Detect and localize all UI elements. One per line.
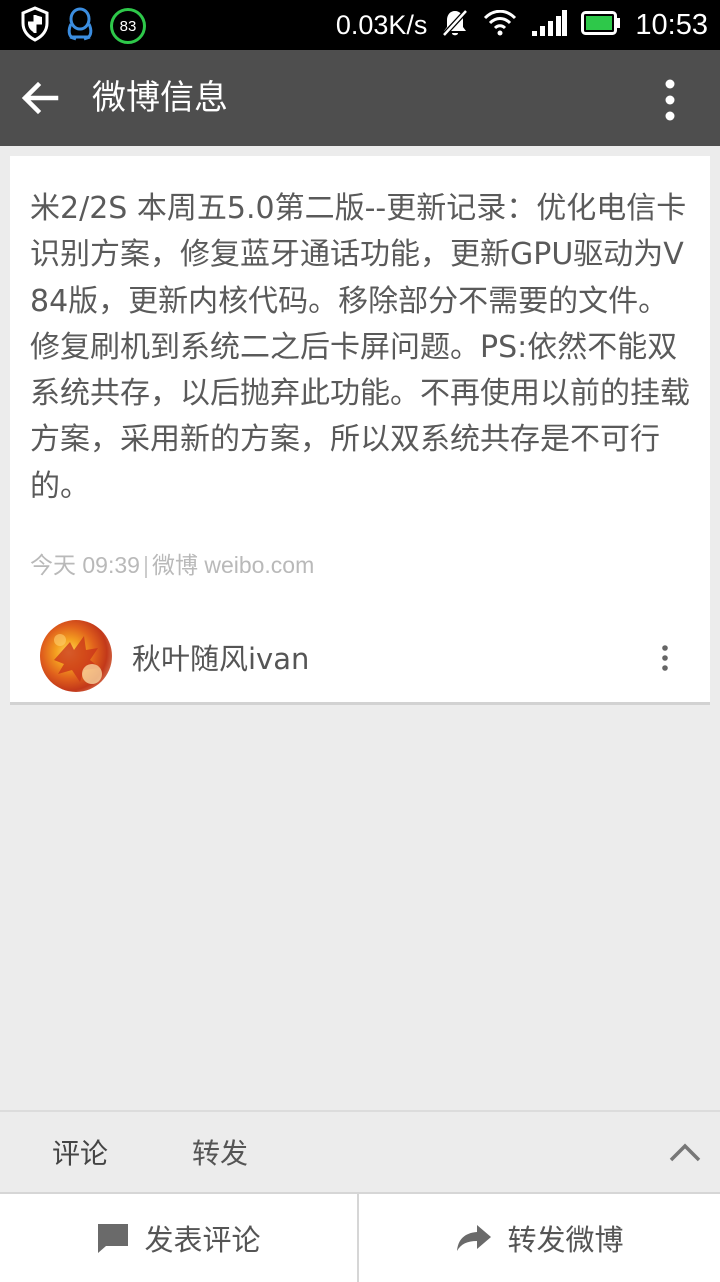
meta-separator: | — [142, 552, 149, 578]
repost-button[interactable]: 转发微博 — [359, 1194, 720, 1282]
arrow-left-icon — [21, 81, 59, 115]
author-menu-button[interactable] — [660, 644, 670, 672]
post-meta: 今天 09:39 | 微博 weibo.com — [30, 546, 314, 580]
clock: 10:53 — [635, 8, 708, 41]
chevron-up-icon — [669, 1143, 701, 1162]
qq-penguin-icon — [66, 6, 94, 46]
author-name[interactable]: 秋叶随风ivan — [132, 636, 309, 678]
post-content: 米2/2S 本周五5.0第二版--更新记录：优化电信卡识别方案，修复蓝牙通话功能… — [30, 191, 690, 504]
comment-button-label: 发表评论 — [144, 1223, 261, 1257]
back-button[interactable] — [18, 74, 66, 122]
weibo-post-card: 米2/2S 本周五5.0第二版--更新记录：优化电信卡识别方案，修复蓝牙通话功能… — [10, 156, 710, 705]
status-bar: 83 0.03K/s 10:53 — [0, 0, 720, 50]
more-vertical-icon — [662, 645, 668, 671]
autumn-leaf-avatar-image — [54, 634, 102, 684]
shield-icon — [20, 6, 50, 46]
more-vertical-icon — [665, 79, 675, 121]
battery-saver-badge: 83 — [110, 8, 146, 44]
post-time: 今天 09:39 — [30, 552, 140, 578]
page-title: 微博信息 — [92, 78, 228, 118]
avatar[interactable] — [40, 620, 112, 692]
comment-button[interactable]: 发表评论 — [0, 1194, 359, 1282]
repost-button-label: 转发微博 — [507, 1223, 624, 1257]
notifications-muted-icon — [441, 8, 470, 42]
tab-reposts[interactable]: 转发 — [150, 1112, 290, 1192]
comment-repost-tabs: 评论 转发 — [0, 1110, 720, 1196]
action-bar: 发表评论 转发微博 — [0, 1192, 720, 1282]
battery-icon — [581, 11, 621, 39]
overflow-menu-button[interactable] — [660, 78, 680, 122]
comment-bubble-icon — [98, 1224, 129, 1253]
share-arrow-icon — [457, 1225, 492, 1251]
post-source[interactable]: 微博 weibo.com — [152, 552, 314, 578]
title-bar: 微博信息 — [0, 50, 720, 146]
network-speed: 0.03K/s — [335, 9, 428, 40]
expand-panel-button[interactable] — [668, 1140, 702, 1164]
wifi-icon — [483, 9, 517, 40]
tab-comments[interactable]: 评论 — [10, 1112, 150, 1196]
signal-icon — [531, 10, 568, 40]
